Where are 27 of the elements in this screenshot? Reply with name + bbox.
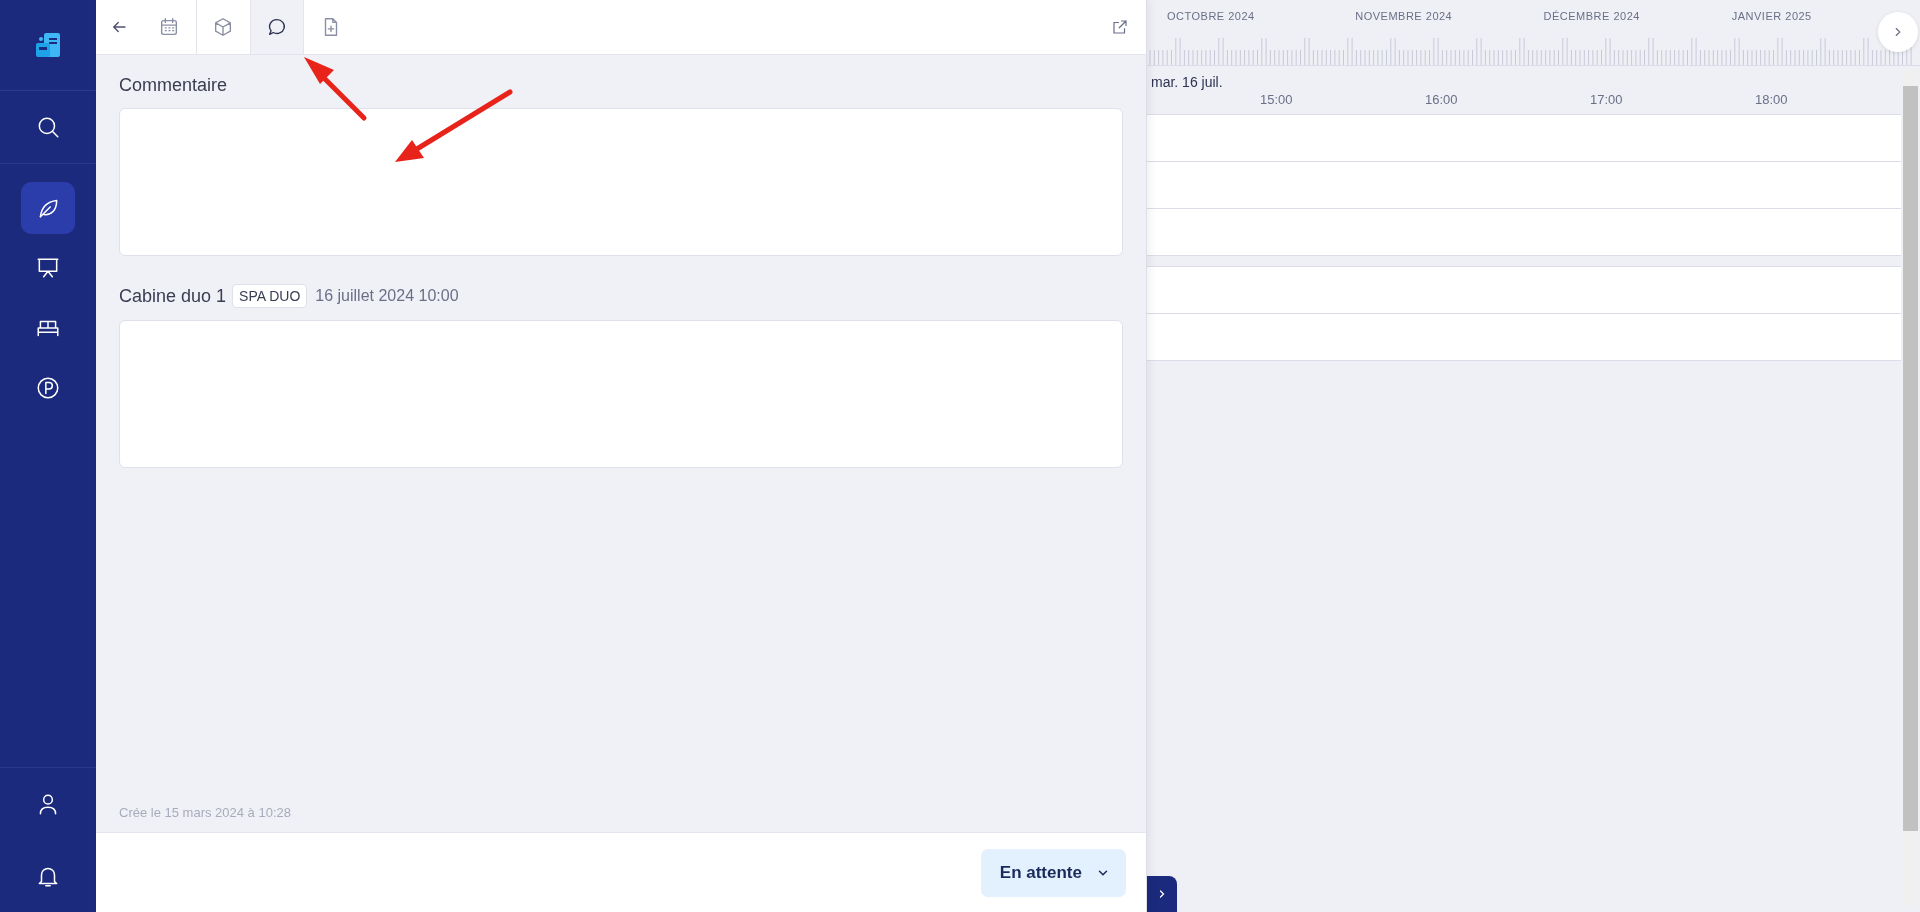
service-tag: SPA DUO (232, 284, 308, 308)
created-date: Crée le 15 mars 2024 à 10:28 (119, 805, 292, 820)
comment-field[interactable] (119, 108, 1123, 256)
day-label: mar. 16 juil. (1150, 73, 1224, 90)
tab[interactable] (250, 0, 304, 54)
booking-date: 16 juillet 2024 10:00 (315, 287, 459, 305)
hour-label: 16:00 (1425, 91, 1459, 109)
month-label: DÉCEMBRE 2024 (1543, 10, 1641, 22)
comment-label: Commentaire (119, 75, 229, 96)
month-label: NOVEMBRE 2024 (1355, 10, 1454, 22)
month-label: OCTOBRE 2024 (1167, 10, 1256, 22)
speech-bubble-icon (266, 16, 288, 38)
status-dropdown[interactable]: En attente (980, 848, 1126, 897)
sidebar-button[interactable] (21, 182, 75, 234)
cabin-note-field[interactable] (119, 320, 1123, 468)
cabin-name: Cabine duo 1 (119, 285, 227, 307)
external-link-icon (1111, 18, 1129, 36)
hour-label: 18:00 (1755, 91, 1789, 109)
hour-label: 17:00 (1590, 91, 1624, 109)
cube-icon (212, 16, 234, 38)
expand-panel-button[interactable] (1147, 876, 1177, 912)
month-label: JANVIER 2025 (1731, 10, 1813, 22)
parking-icon (35, 375, 61, 401)
logo-icon (33, 30, 63, 60)
hour-label: 15:00 (1260, 91, 1294, 109)
annotation-arrow (304, 57, 367, 121)
calendar-icon (158, 16, 180, 38)
